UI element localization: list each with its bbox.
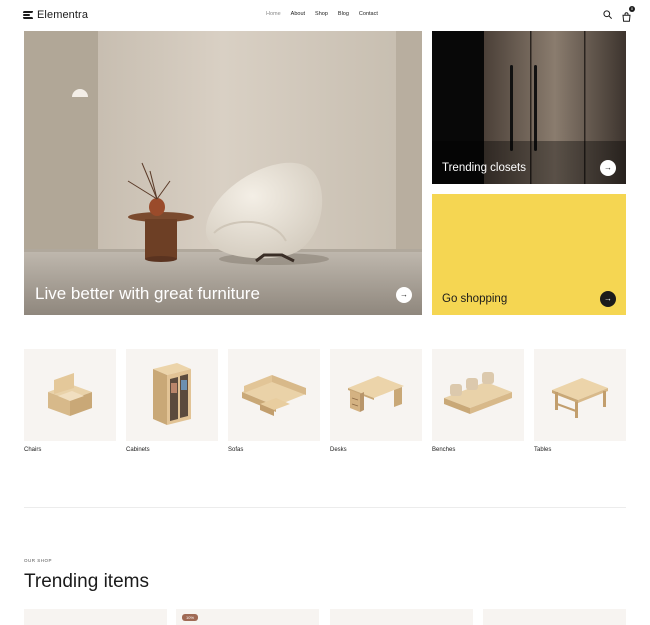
category-tile xyxy=(330,349,422,441)
site-header: Elementra Home About Shop Blog Contact 0 xyxy=(0,0,650,30)
logo[interactable]: Elementra xyxy=(22,9,89,21)
hero-arrow-button[interactable]: → xyxy=(396,287,412,303)
category-label: Chairs xyxy=(24,447,42,453)
nav-blog[interactable]: Blog xyxy=(338,11,349,17)
shop-title: Go shopping xyxy=(442,293,508,305)
shop-arrow-button[interactable]: → xyxy=(600,291,616,307)
category-tile xyxy=(126,349,218,441)
cabinet-icon xyxy=(153,363,191,425)
nav-about[interactable]: About xyxy=(291,11,305,17)
sofa-icon xyxy=(242,375,306,416)
category-tile xyxy=(432,349,524,441)
nav-home[interactable]: Home xyxy=(266,11,281,17)
brand-name: Elementra xyxy=(37,9,89,21)
logo-icon xyxy=(22,10,34,20)
category-sofas[interactable]: Sofas xyxy=(228,349,320,453)
section-title: Trending items xyxy=(24,571,149,592)
arrow-right-icon: → xyxy=(604,294,612,303)
arrow-right-icon: → xyxy=(604,163,612,172)
section-overline: OUR SHOP xyxy=(24,558,53,563)
search-icon[interactable] xyxy=(603,9,612,19)
table-icon xyxy=(552,378,608,418)
category-label: Sofas xyxy=(228,447,244,453)
nav-contact[interactable]: Contact xyxy=(359,11,378,17)
category-label: Tables xyxy=(534,447,552,453)
product-card[interactable] xyxy=(330,609,473,625)
category-benches[interactable]: Benches xyxy=(432,349,524,453)
product-card[interactable] xyxy=(24,609,167,625)
category-label: Benches xyxy=(432,447,456,453)
closets-promo[interactable]: Trending closets → xyxy=(432,31,626,184)
arrow-right-icon: → xyxy=(400,290,408,299)
closets-arrow-button[interactable]: → xyxy=(600,160,616,176)
category-tile xyxy=(228,349,320,441)
category-cabinets[interactable]: Cabinets xyxy=(126,349,218,453)
category-grid: Chairs Cabinets Sofas Desks Benches Tabl… xyxy=(24,349,626,459)
hero-banner[interactable]: Live better with great furniture → xyxy=(24,31,422,315)
closets-title: Trending closets xyxy=(442,162,526,174)
desk-icon xyxy=(348,376,404,412)
product-card[interactable]: 10% xyxy=(176,609,319,625)
product-grid: 10% xyxy=(24,609,626,625)
category-label: Desks xyxy=(330,447,347,453)
category-desks[interactable]: Desks xyxy=(330,349,422,453)
main-nav: Home About Shop Blog Contact xyxy=(266,11,378,17)
nav-shop[interactable]: Shop xyxy=(315,11,328,17)
category-tables[interactable]: Tables xyxy=(534,349,626,453)
header-actions: 0 xyxy=(603,6,635,22)
category-tile xyxy=(24,349,116,441)
category-tile xyxy=(534,349,626,441)
cart-count-badge: 0 xyxy=(629,6,635,12)
category-chairs[interactable]: Chairs xyxy=(24,349,116,453)
cart-icon xyxy=(622,12,631,22)
shop-promo[interactable]: Go shopping → xyxy=(432,194,626,315)
hero-image xyxy=(24,31,422,315)
product-card[interactable] xyxy=(483,609,626,625)
cart-button[interactable]: 0 xyxy=(622,6,635,22)
section-divider xyxy=(24,507,626,508)
bench-icon xyxy=(444,372,512,414)
discount-badge: 10% xyxy=(182,614,199,621)
category-label: Cabinets xyxy=(126,447,150,453)
hero-title: Live better with great furniture xyxy=(35,284,260,303)
chair-icon xyxy=(48,373,92,416)
